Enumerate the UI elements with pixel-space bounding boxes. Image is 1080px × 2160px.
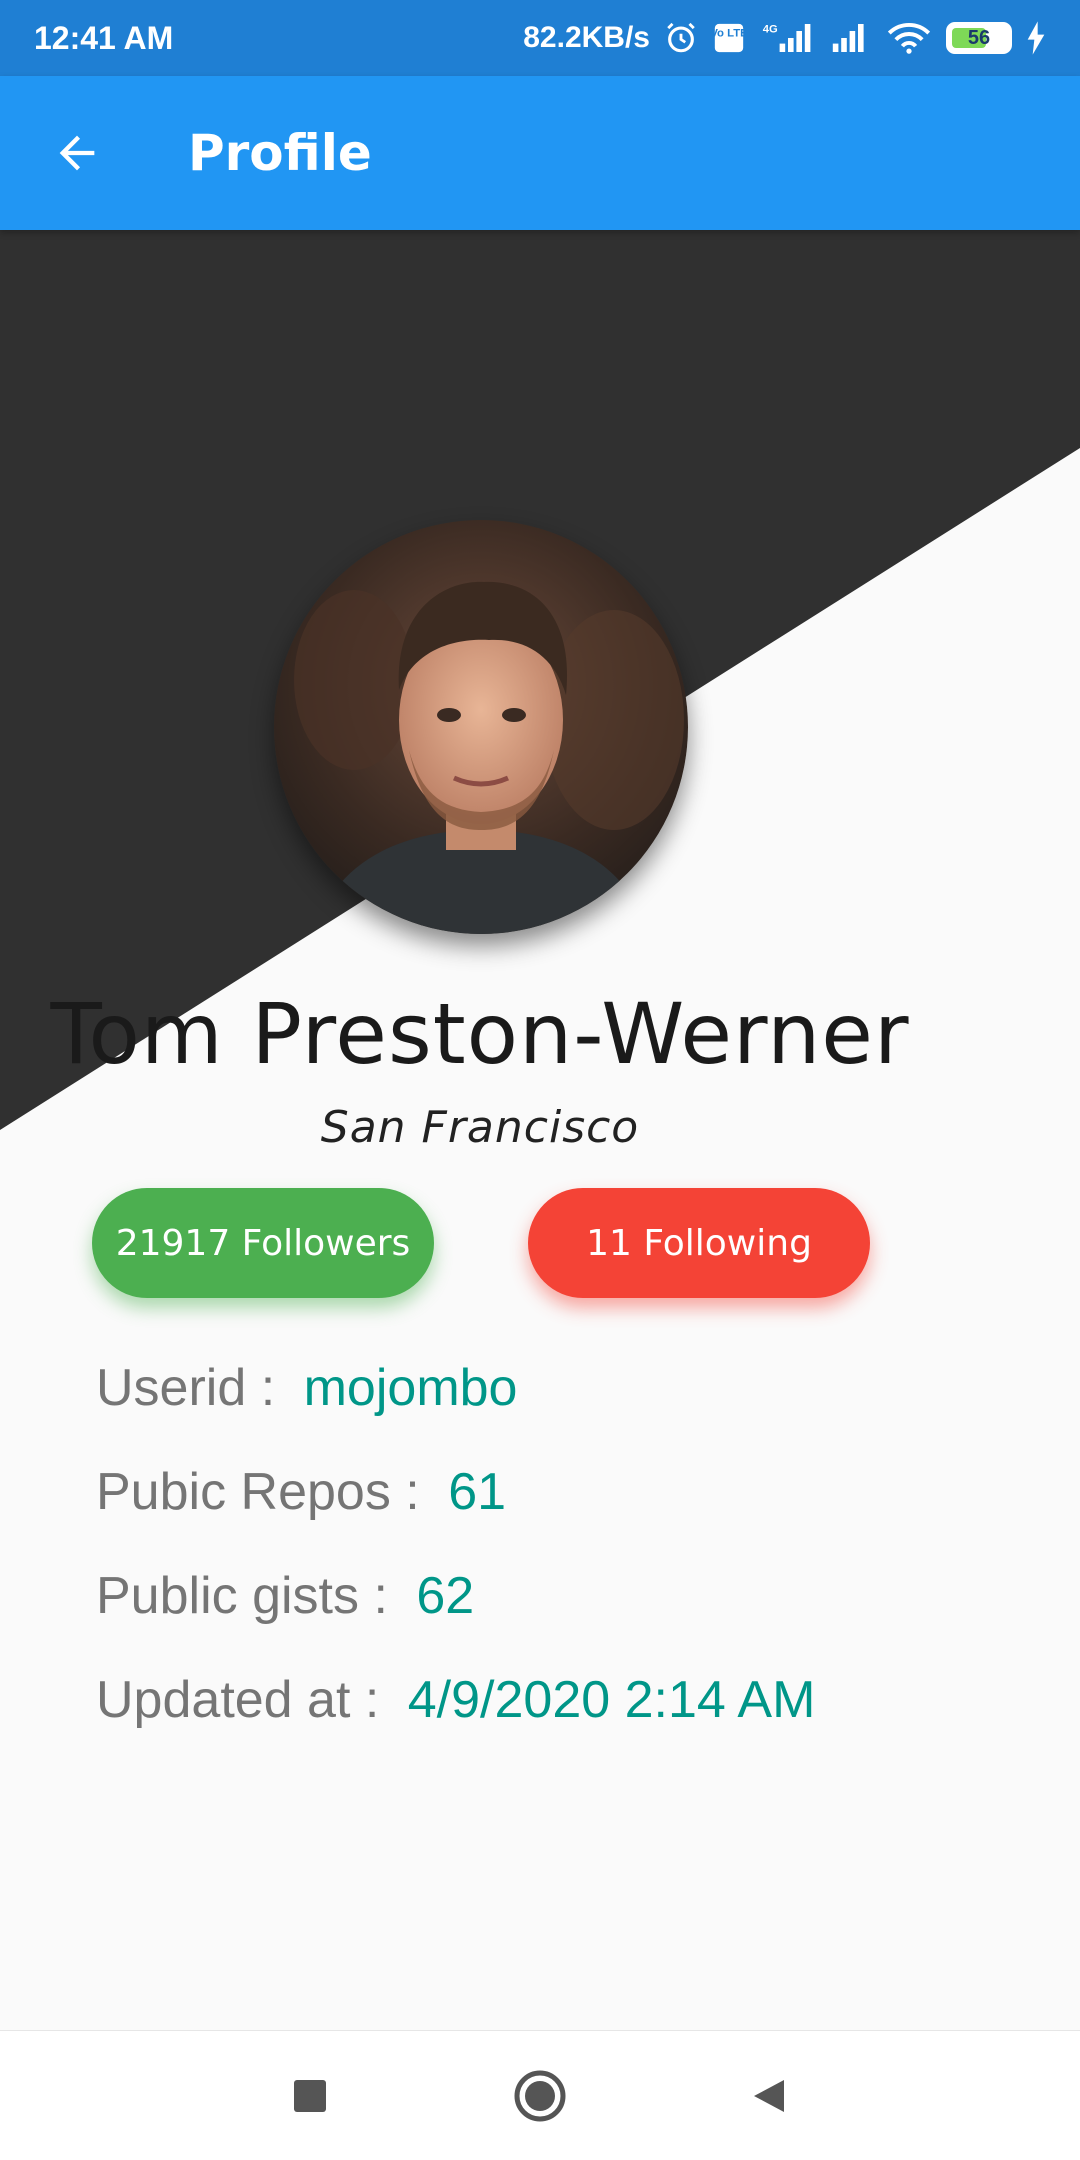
signal-icon (830, 21, 872, 55)
repos-label: Pubic Repos : (96, 1463, 420, 1521)
back-button[interactable] (32, 108, 122, 198)
wifi-icon (886, 21, 932, 55)
system-nav-bar (0, 2030, 1080, 2160)
status-time: 12:41 AM (34, 19, 174, 56)
following-button[interactable]: 11 Following (528, 1188, 870, 1298)
userid-value: mojombo (303, 1359, 518, 1417)
updated-value: 4/9/2020 2:14 AM (407, 1671, 816, 1729)
app-bar: Profile (0, 76, 1080, 230)
status-bar: 12:41 AM 82.2KB/s Vo LTE 4G 56 (0, 0, 1080, 76)
repos-value: 61 (448, 1463, 507, 1521)
back-icon (754, 2079, 784, 2112)
userid-row: Userid : mojombo (96, 1358, 517, 1418)
recent-apps-icon (294, 2079, 326, 2112)
updated-label: Updated at : (96, 1671, 380, 1729)
battery-level: 56 (967, 26, 991, 49)
home-icon (514, 2070, 566, 2121)
system-back-button[interactable] (730, 2056, 810, 2136)
userid-label: Userid : (96, 1359, 276, 1417)
followers-button[interactable]: 21917 Followers (92, 1188, 434, 1298)
repos-row: Pubic Repos : 61 (96, 1462, 506, 1522)
recent-apps-button[interactable] (270, 2056, 350, 2136)
battery-icon: 56 (946, 22, 1012, 54)
home-button[interactable] (500, 2056, 580, 2136)
profile-screen: 12:41 AM 82.2KB/s Vo LTE 4G 56 Profile T… (0, 0, 1080, 2160)
updated-row: Updated at : 4/9/2020 2:14 AM (96, 1670, 815, 1730)
avatar (274, 520, 688, 934)
profile-name: Tom Preston-Werner (50, 985, 910, 1083)
network-speed: 82.2KB/s (523, 21, 650, 54)
arrow-back-icon (59, 135, 95, 171)
gists-label: Public gists : (96, 1567, 388, 1625)
page-title: Profile (188, 124, 372, 182)
profile-location: San Francisco (320, 1102, 640, 1153)
gists-value: 62 (416, 1567, 475, 1625)
alarm-icon (664, 21, 698, 55)
gists-row: Public gists : 62 (96, 1566, 474, 1626)
volte-icon: Vo LTE (712, 21, 746, 55)
volte-label-top: Vo LTE (712, 28, 746, 40)
status-indicators: 82.2KB/s Vo LTE 4G 56 (523, 21, 1046, 55)
network-type-label: 4G (763, 23, 778, 35)
charging-icon (1026, 21, 1046, 55)
signal-icon: 4G (760, 21, 816, 55)
profile-photo (274, 520, 688, 934)
